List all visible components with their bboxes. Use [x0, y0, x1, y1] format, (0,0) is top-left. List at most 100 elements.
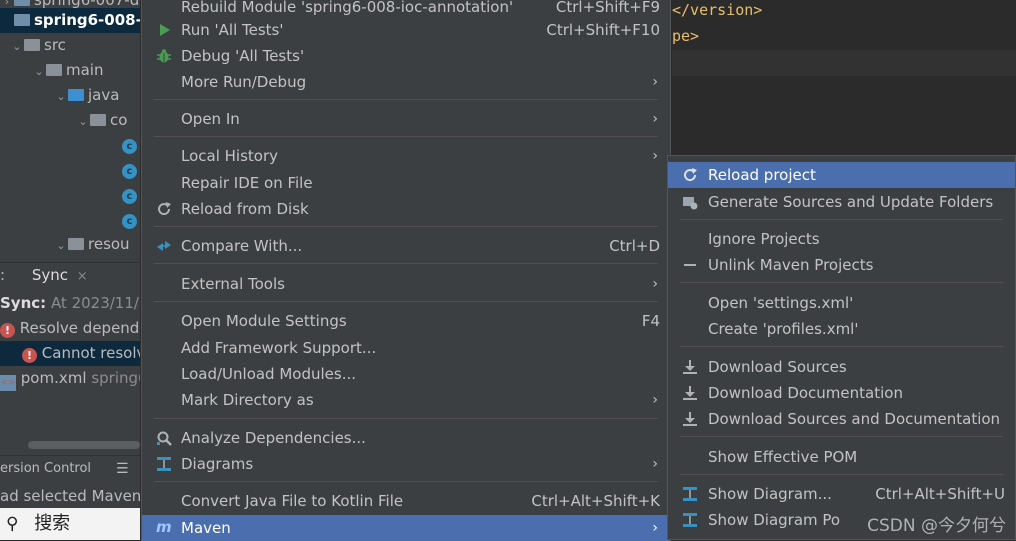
module-folder-icon: [14, 0, 30, 6]
menu-item-debug-all-tests[interactable]: Debug 'All Tests': [142, 43, 670, 69]
tree-item-resources[interactable]: ⌄ resou: [54, 232, 129, 258]
chevron-down-icon[interactable]: ⌄: [54, 84, 68, 109]
chevron-right-icon: ›: [652, 520, 658, 536]
menu-item-download-sources[interactable]: Download Sources: [668, 354, 1015, 380]
taskbar-search[interactable]: ⚲ 搜索: [0, 508, 140, 540]
menu-item-download-sources-and-docs[interactable]: Download Sources and Documentation: [668, 406, 1015, 432]
menu-item-show-effective-pom[interactable]: Show Effective POM: [668, 444, 1015, 470]
horizontal-scrollbar[interactable]: [28, 441, 140, 449]
generate-sources-icon: [683, 197, 698, 210]
chevron-right-icon: ›: [652, 276, 658, 292]
menu-divider: [154, 99, 658, 100]
menu-divider: [154, 481, 658, 482]
code-line: pe>: [672, 27, 700, 45]
chevron-down-icon[interactable]: ⌄: [76, 109, 90, 134]
menu-item-create-profiles-xml[interactable]: Create 'profiles.xml': [668, 316, 1015, 342]
resolve-dependencies-row[interactable]: ! Resolve depend: [0, 316, 139, 341]
bottom-tool-strip: ersion Control ☰ ad selected Maven p: [0, 455, 156, 509]
build-tab-bar: : Sync ×: [0, 266, 88, 284]
menu-divider: [154, 418, 658, 419]
menu-item-mark-directory-as[interactable]: Mark Directory as ›: [142, 387, 670, 413]
resources-folder-icon: [68, 238, 84, 250]
menu-item-open-in[interactable]: Open In ›: [142, 106, 670, 132]
menu-item-external-tools[interactable]: External Tools ›: [142, 271, 670, 297]
menu-item-open-module-settings[interactable]: Open Module Settings F4: [142, 308, 670, 334]
tree-item-package[interactable]: ⌄ co: [76, 108, 127, 133]
sync-status-row[interactable]: Sync: At 2023/11/2: [0, 291, 140, 316]
chevron-right-icon: ›: [652, 456, 658, 472]
menu-item-unlink-maven-projects[interactable]: Unlink Maven Projects: [668, 252, 1015, 278]
version-control-tab[interactable]: ersion Control: [0, 458, 91, 480]
source-folder-icon: [68, 89, 84, 101]
search-icon: ⚲: [6, 514, 19, 534]
project-context-menu: Rebuild Module 'spring6-008-ioc-annotati…: [141, 0, 671, 541]
code-editor[interactable]: </version> pe>: [672, 0, 1016, 155]
status-message: ad selected Maven p: [0, 487, 156, 505]
reload-icon: [684, 168, 697, 182]
close-icon[interactable]: ×: [77, 269, 88, 284]
menu-item-reload-from-disk[interactable]: Reload from Disk: [142, 196, 670, 222]
build-tool-window: : Sync × Sync: At 2023/11/2 ! Resolve de…: [0, 262, 140, 456]
menu-divider: [680, 282, 1003, 283]
menu-item-download-documentation[interactable]: Download Documentation: [668, 380, 1015, 406]
tree-item-class[interactable]: c: [122, 132, 137, 157]
menu-item-more-run-debug[interactable]: More Run/Debug ›: [142, 69, 670, 95]
chevron-right-icon: ›: [652, 111, 658, 127]
project-tool-window: ›spring6-007-di spring6-008-ic ⌄src ⌄mai…: [0, 0, 140, 262]
menu-item-generate-sources[interactable]: Generate Sources and Update Folders: [668, 189, 1015, 215]
watermark: CSDN @今夕何兮: [867, 516, 1006, 536]
menu-item-compare-with[interactable]: Compare With... Ctrl+D: [142, 233, 670, 259]
java-class-icon: c: [122, 139, 137, 154]
reload-icon: [158, 202, 171, 216]
menu-item-reload-project[interactable]: Reload project: [668, 162, 1015, 188]
compare-icon: [157, 241, 171, 251]
menu-item-diagrams[interactable]: Diagrams ›: [142, 451, 670, 477]
menu-item-repair-ide[interactable]: Repair IDE on File: [142, 170, 670, 196]
menu-item-convert-to-kotlin[interactable]: Convert Java File to Kotlin File Ctrl+Al…: [142, 488, 670, 514]
menu-item-analyze-dependencies[interactable]: Analyze Dependencies...: [142, 425, 670, 451]
tree-item-class[interactable]: c: [122, 182, 137, 207]
caret-row-highlight: [672, 50, 1016, 76]
folder-icon: [46, 64, 62, 76]
debug-bug-icon: [157, 49, 171, 63]
module-folder-icon: [14, 14, 30, 26]
pom-row[interactable]: <> pom.xml spring6: [0, 366, 140, 391]
tree-item-class[interactable]: c: [122, 157, 137, 182]
chevron-down-icon[interactable]: ⌄: [32, 59, 46, 84]
menu-item-ignore-projects[interactable]: Ignore Projects: [668, 226, 1015, 252]
diagram-icon: [683, 487, 697, 501]
menu-item-load-unload-modules[interactable]: Load/Unload Modules...: [142, 361, 670, 387]
menu-divider: [154, 301, 658, 302]
chevron-down-icon[interactable]: ⌄: [54, 233, 68, 258]
cannot-resolve-row[interactable]: ! Cannot resolv: [0, 341, 140, 366]
error-icon: !: [0, 323, 15, 338]
menu-icon[interactable]: ☰: [116, 458, 129, 480]
menu-item-open-settings-xml[interactable]: Open 'settings.xml': [668, 290, 1015, 316]
tree-item-java[interactable]: ⌄ java: [54, 83, 119, 108]
diagram-icon: [157, 457, 171, 471]
tree-item-src[interactable]: ⌄ src: [10, 33, 66, 58]
chevron-right-icon: ›: [652, 392, 658, 408]
menu-divider: [154, 136, 658, 137]
menu-item-add-framework-support[interactable]: Add Framework Support...: [142, 335, 670, 361]
menu-item-show-diagram[interactable]: Show Diagram... Ctrl+Alt+Shift+U: [668, 481, 1015, 507]
package-icon: [90, 114, 106, 126]
diagram-icon: [683, 513, 697, 527]
tree-item-class[interactable]: c: [122, 207, 137, 232]
tree-item-spring6-008[interactable]: spring6-008-ic: [0, 8, 140, 33]
tab-sync[interactable]: Sync: [32, 266, 68, 284]
menu-item-run-all-tests[interactable]: Run 'All Tests' Ctrl+Shift+F10: [142, 17, 670, 43]
menu-divider: [680, 474, 1003, 475]
tree-item-main[interactable]: ⌄ main: [32, 58, 103, 83]
menu-divider: [680, 219, 1003, 220]
menu-divider: [154, 226, 658, 227]
run-icon: [160, 24, 170, 36]
menu-item-local-history[interactable]: Local History ›: [142, 143, 670, 169]
download-icon: [683, 360, 697, 374]
chevron-down-icon[interactable]: ⌄: [10, 34, 24, 59]
minus-icon: [684, 264, 696, 266]
download-icon: [683, 386, 697, 400]
maven-submenu: Reload project Generate Sources and Upda…: [667, 155, 1016, 540]
chevron-right-icon: ›: [652, 148, 658, 164]
menu-item-maven[interactable]: m Maven ›: [142, 515, 670, 541]
